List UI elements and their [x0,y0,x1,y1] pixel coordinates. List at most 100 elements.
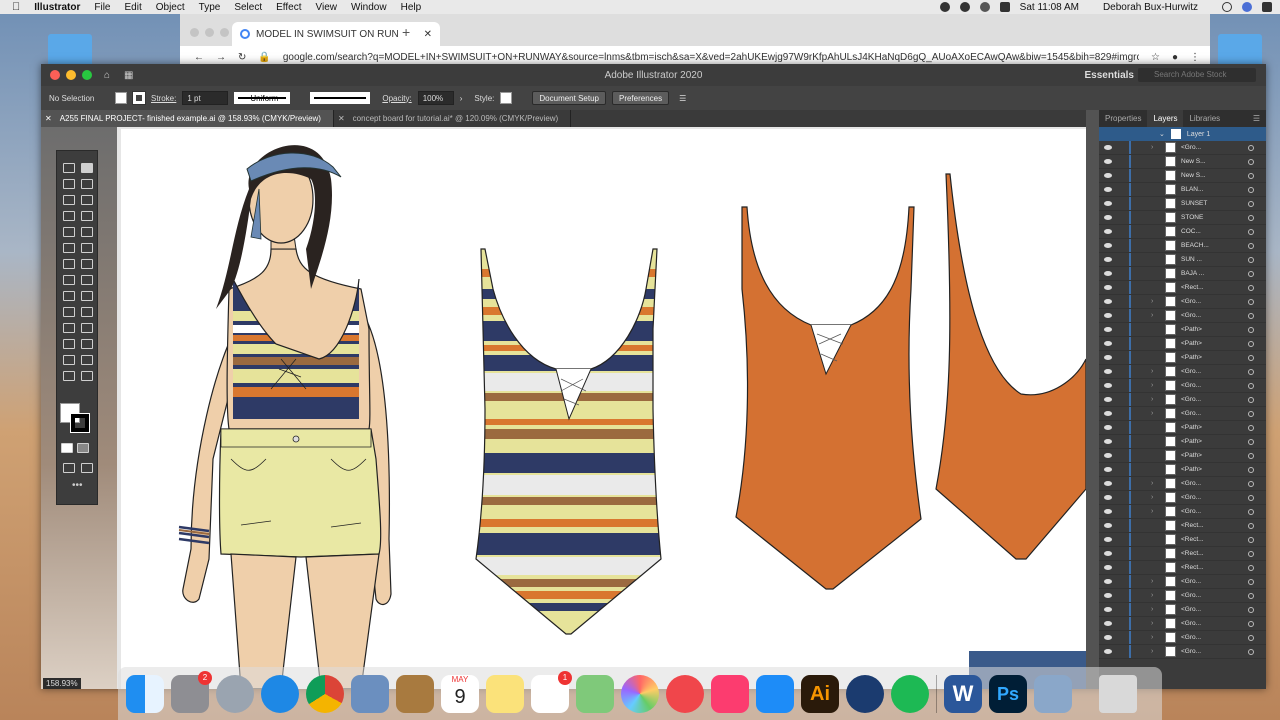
artboard[interactable] [121,129,1086,689]
profile-icon[interactable]: ● [1172,52,1178,63]
eraser-icon[interactable] [81,243,93,253]
trash-icon[interactable] [1099,674,1137,713]
visibility-eye-icon[interactable] [1104,481,1112,486]
symbol-sprayer-icon[interactable] [63,339,75,349]
selection-tool-icon[interactable] [63,163,75,173]
graphic-style-swatch[interactable] [500,92,513,104]
stroke-label[interactable]: Stroke: [151,94,176,103]
target-circle-icon[interactable] [1248,284,1254,291]
visibility-eye-icon[interactable] [1104,327,1112,332]
preview-icon[interactable] [351,674,389,713]
layer-row-name[interactable]: BLAN... [1181,186,1203,193]
layer-row[interactable]: › <Gro... [1099,379,1266,393]
notes-icon[interactable] [486,674,524,713]
new-tab-button[interactable]: + [402,24,410,40]
visibility-eye-icon[interactable] [1104,341,1112,346]
preferences-button[interactable]: Preferences [611,91,670,105]
target-circle-icon[interactable] [1248,242,1254,249]
expand-group-icon[interactable]: › [1151,480,1153,487]
pen-tool-icon[interactable] [63,195,75,205]
layer-row-name[interactable]: <Rect... [1181,536,1204,543]
visibility-eye-icon[interactable] [1104,649,1112,654]
layer-row[interactable]: › <Gro... [1099,393,1266,407]
layer-row-name[interactable]: <Gro... [1181,648,1201,655]
stroke-swatch[interactable] [132,91,146,105]
target-circle-icon[interactable] [1248,172,1254,179]
rotate-tool-icon[interactable] [63,259,75,269]
spotify-icon[interactable] [891,674,929,713]
expand-group-icon[interactable]: › [1151,494,1153,501]
magic-wand-icon[interactable] [63,179,75,189]
target-circle-icon[interactable] [1248,620,1254,627]
visibility-eye-icon[interactable] [1104,621,1112,626]
align-icon[interactable]: ☰ [679,94,686,103]
target-circle-icon[interactable] [1248,480,1254,487]
hand-tool-icon[interactable] [63,371,75,381]
layer-row-name[interactable]: BEACH... [1181,242,1209,249]
target-circle-icon[interactable] [1248,494,1254,501]
zoom-tool-icon[interactable] [81,371,93,381]
layer-row-name[interactable]: <Gro... [1181,396,1201,403]
edit-toolbar-icon[interactable]: ••• [72,481,84,491]
layer-row-name[interactable]: <Rect... [1181,550,1204,557]
expand-group-icon[interactable]: › [1151,592,1153,599]
stroke-color-box[interactable] [70,413,90,433]
target-circle-icon[interactable] [1248,592,1254,599]
visibility-eye-icon[interactable] [1104,565,1112,570]
expand-group-icon[interactable]: › [1151,382,1153,389]
workspace-layout-icon[interactable]: ▦ [124,70,133,81]
direct-selection-tool-icon[interactable] [81,163,93,173]
layer-row[interactable]: <Rect... [1099,547,1266,561]
layer-row-name[interactable]: <Gro... [1181,494,1201,501]
image-capture-icon[interactable] [1034,674,1072,713]
visibility-eye-icon[interactable] [1104,187,1112,192]
layer-row[interactable]: BLAN... [1099,183,1266,197]
paintbrush-icon[interactable] [81,227,93,237]
desktop-folder-icon[interactable] [48,34,92,68]
layer-row[interactable]: <Rect... [1099,519,1266,533]
layer-row-name[interactable]: <Gro... [1181,382,1201,389]
visibility-eye-icon[interactable] [1104,509,1112,514]
perspective-grid-icon[interactable] [81,291,93,301]
target-circle-icon[interactable] [1248,298,1254,305]
width-tool-icon[interactable] [63,275,75,285]
visibility-eye-icon[interactable] [1104,355,1112,360]
doc-tab-concept-board[interactable]: ✕ concept board for tutorial.ai* @ 120.0… [334,110,572,127]
tab-properties[interactable]: Properties [1099,110,1147,127]
blend-tool-icon[interactable] [81,323,93,333]
layer-row-name[interactable]: <Path> [1181,452,1202,459]
photos-icon[interactable] [621,674,659,713]
layer-row-name[interactable]: <Gro... [1181,312,1201,319]
visibility-eye-icon[interactable] [1104,159,1112,164]
menu-clock[interactable]: Sat 11:08 AM [1020,2,1079,13]
layer-row-layer-1[interactable]: ⌄ Layer 1 [1099,127,1266,141]
curvature-tool-icon[interactable] [81,195,93,205]
menu-object[interactable]: Object [156,2,185,13]
line-tool-icon[interactable] [81,211,93,221]
layer-row-name[interactable]: <Gro... [1181,606,1201,613]
layer-row[interactable]: › <Gro... [1099,575,1266,589]
menu-illustrator[interactable]: Illustrator [34,2,80,13]
visibility-eye-icon[interactable] [1104,551,1112,556]
target-circle-icon[interactable] [1248,522,1254,529]
layer-name[interactable]: Layer 1 [1187,131,1210,138]
menu-effect[interactable]: Effect [276,2,301,13]
layer-row-name[interactable]: <Gro... [1181,634,1201,641]
layer-row-name[interactable]: <Path> [1181,424,1202,431]
target-circle-icon[interactable] [1248,438,1254,445]
app-store-icon[interactable] [756,674,794,713]
target-circle-icon[interactable] [1248,396,1254,403]
expand-layer-icon[interactable]: ⌄ [1159,130,1165,138]
close-doc-icon[interactable]: ✕ [338,114,345,123]
layer-row[interactable]: New S... [1099,169,1266,183]
music-icon[interactable] [711,674,749,713]
layer-row-name[interactable]: <Gro... [1181,578,1201,585]
visibility-eye-icon[interactable] [1104,145,1112,150]
layer-row-name[interactable]: <Rect... [1181,564,1204,571]
news-icon[interactable] [666,674,704,713]
tab-libraries[interactable]: Libraries [1183,110,1226,127]
opacity-label[interactable]: Opacity: [382,94,411,103]
record-icon[interactable] [939,2,950,12]
chrome-menu-icon[interactable]: ⋮ [1190,52,1200,63]
forward-icon[interactable]: → [216,52,226,63]
